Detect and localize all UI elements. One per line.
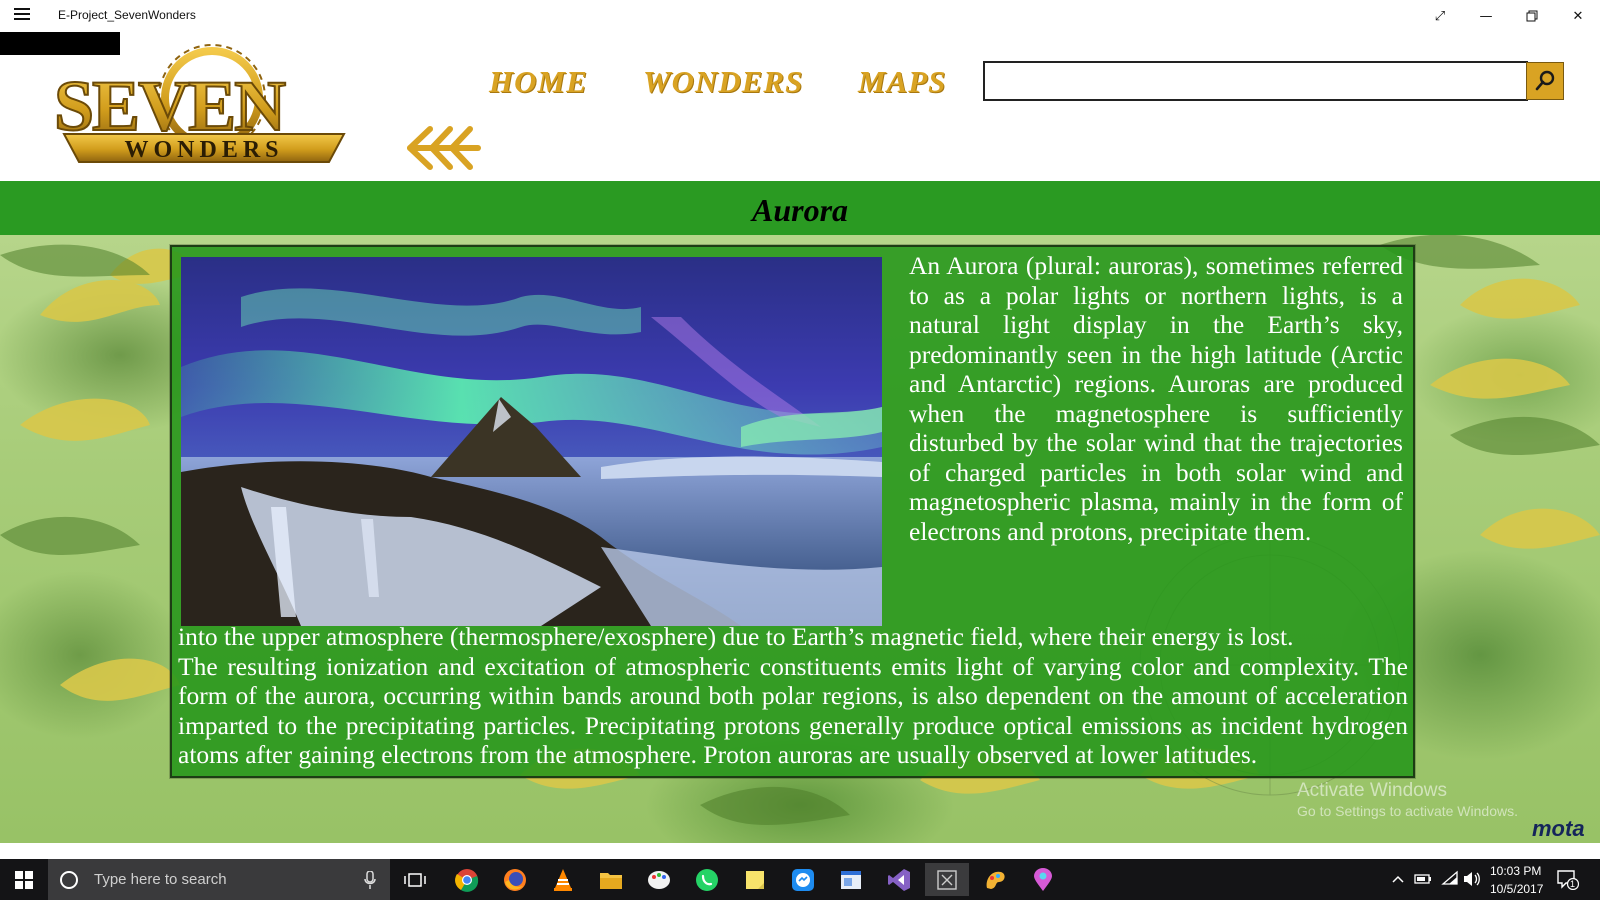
title-banner: Aurora — [0, 181, 1600, 235]
chevron-up-icon[interactable] — [1392, 874, 1404, 884]
aurora-description-right: An Aurora (plural: auroras), sometimes r… — [909, 251, 1403, 546]
nav-wonders[interactable]: WONDERS — [643, 64, 803, 100]
content-panel: An Aurora (plural: auroras), sometimes r… — [170, 245, 1415, 778]
paint-icon[interactable] — [637, 863, 681, 896]
aurora-description-line: into the upper atmosphere (thermosphere/… — [178, 622, 1294, 651]
search-button[interactable] — [1526, 62, 1564, 100]
aurora-description-bottom: into the upper atmosphere (thermosphere/… — [178, 622, 1408, 770]
app-window-icon[interactable] — [829, 863, 873, 896]
mota-brand-logo: mota — [1532, 816, 1585, 841]
aurora-image — [181, 257, 882, 626]
windows-taskbar: Type here to search 10:03 PM 10/5/2017 1 — [0, 859, 1600, 900]
activate-windows-title: Activate Windows — [1297, 780, 1447, 801]
vlc-icon[interactable] — [541, 863, 585, 896]
taskbar-search-box[interactable]: Type here to search — [48, 859, 390, 900]
chrome-icon[interactable] — [445, 863, 489, 896]
visual-studio-icon[interactable] — [877, 863, 921, 896]
action-center-icon[interactable] — [1557, 870, 1579, 890]
nav-home[interactable]: HOME — [489, 64, 588, 100]
start-button[interactable] — [0, 859, 48, 900]
aurora-description-paragraph: The resulting ionization and excitation … — [178, 651, 1408, 770]
microphone-icon[interactable] — [364, 871, 376, 889]
battery-icon[interactable] — [1414, 873, 1432, 885]
paint3d-icon[interactable] — [973, 863, 1017, 896]
minimize-icon[interactable]: — — [1463, 0, 1509, 32]
whatsapp-icon[interactable] — [685, 863, 729, 896]
firefox-icon[interactable] — [493, 863, 537, 896]
windows-logo-icon — [15, 870, 33, 889]
notification-count: 1 — [1570, 879, 1576, 889]
sticky-notes-icon[interactable] — [733, 863, 777, 896]
seven-wonders-app-icon[interactable] — [925, 863, 969, 896]
taskbar-search-placeholder: Type here to search — [94, 871, 227, 888]
maps-pin-icon[interactable] — [1021, 863, 1065, 896]
window-title: E-Project_SevenWonders — [58, 8, 196, 22]
wifi-icon[interactable] — [1441, 870, 1459, 886]
activate-windows-subtitle: Go to Settings to activate Windows. — [1297, 803, 1518, 819]
title-bar: E-Project_SevenWonders ⤢ — ✕ — [0, 0, 1600, 32]
hamburger-menu-icon[interactable] — [14, 8, 30, 22]
search-icon — [1535, 70, 1555, 91]
expand-icon[interactable]: ⤢ — [1417, 0, 1463, 32]
volume-icon[interactable] — [1463, 871, 1481, 887]
back-arrow-icon[interactable] — [404, 125, 484, 171]
search-field[interactable] — [983, 61, 1528, 101]
restore-icon[interactable] — [1509, 0, 1555, 32]
seven-wonders-logo[interactable]: SEVEN WONDERS — [54, 38, 359, 164]
logo-text-wonders: WONDERS — [124, 137, 283, 163]
messenger-icon[interactable] — [781, 863, 825, 896]
page-title: Aurora — [751, 191, 849, 228]
file-explorer-icon[interactable] — [589, 863, 633, 896]
task-view-icon[interactable] — [393, 863, 437, 896]
cortana-circle-icon — [60, 870, 78, 889]
nav-maps[interactable]: MAPS — [858, 64, 946, 100]
clock-date[interactable]: 10/5/2017 — [1490, 882, 1543, 896]
close-icon[interactable]: ✕ — [1555, 0, 1600, 32]
search-input[interactable] — [985, 63, 1526, 99]
clock-time[interactable]: 10:03 PM — [1490, 864, 1541, 878]
